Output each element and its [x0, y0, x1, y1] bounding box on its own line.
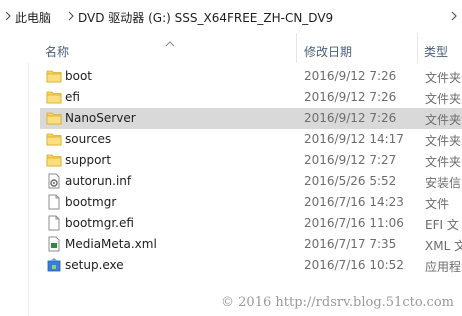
file-type: 文件 — [425, 197, 450, 211]
file-row[interactable]: efi 2016/9/12 7:26 文件夹 — [40, 87, 462, 108]
file-type: EFI 文 — [425, 218, 459, 232]
file-name: setup.exe — [65, 258, 124, 272]
folder-icon — [46, 152, 62, 168]
folder-icon — [46, 131, 62, 147]
file-modified-date: 2016/7/16 11:06 — [304, 216, 404, 230]
sort-ascending-icon — [165, 33, 175, 52]
chevron-right-icon[interactable] — [449, 11, 459, 21]
file-name: efi — [65, 90, 80, 104]
file-modified-date: 2016/5/26 5:52 — [304, 174, 397, 188]
column-divider[interactable] — [417, 33, 418, 63]
file-modified-date: 2016/7/17 7:35 — [304, 237, 397, 251]
column-header-row: 名称 修改日期 类型 — [28, 33, 462, 63]
navigation-pane[interactable] — [0, 33, 29, 316]
column-date-header[interactable]: 修改日期 — [304, 43, 352, 60]
xml-file-icon — [46, 236, 62, 252]
file-type: 应用程 — [425, 260, 462, 274]
file-name: bootmgr.efi — [65, 216, 134, 230]
chevron-right-icon[interactable] — [3, 11, 13, 21]
file-modified-date: 2016/9/12 7:26 — [304, 69, 397, 83]
file-type: 文件夹 — [425, 134, 462, 148]
file-row[interactable]: bootmgr 2016/7/16 14:23 文件 — [40, 192, 462, 213]
folder-icon — [46, 89, 62, 105]
settings-file-icon — [46, 173, 62, 189]
watermark-text: © 2016 http://rdsrv.blog.51cto.com — [221, 295, 454, 310]
file-type: XML 文 — [425, 239, 462, 253]
explorer-window: 此电脑 DVD 驱动器 (G:) SSS_X64FREE_ZH-CN_DV9 名… — [0, 0, 462, 316]
file-name: bootmgr — [65, 195, 117, 209]
file-row[interactable]: setup.exe 2016/7/16 10:52 应用程 — [40, 255, 462, 276]
blank-file-icon — [46, 215, 62, 231]
blank-file-icon — [46, 194, 62, 210]
breadcrumb-this-pc[interactable]: 此电脑 — [15, 9, 51, 26]
file-name: support — [65, 153, 112, 167]
breadcrumb-dvd-drive[interactable]: DVD 驱动器 (G:) SSS_X64FREE_ZH-CN_DV9 — [78, 9, 333, 26]
file-name: MediaMeta.xml — [65, 237, 157, 251]
file-name: sources — [65, 132, 112, 146]
file-row[interactable]: NanoServer 2016/9/12 7:26 文件夹 — [40, 108, 462, 129]
file-type: 安装信 — [425, 176, 462, 190]
column-type-header[interactable]: 类型 — [424, 43, 448, 60]
file-modified-date: 2016/7/16 14:23 — [304, 195, 404, 209]
file-name: autorun.inf — [65, 174, 132, 188]
address-bar[interactable]: 此电脑 DVD 驱动器 (G:) SSS_X64FREE_ZH-CN_DV9 — [0, 0, 462, 34]
file-row[interactable]: boot 2016/9/12 7:26 文件夹 — [40, 66, 462, 87]
folder-icon — [46, 110, 62, 126]
setup-app-icon — [46, 257, 62, 273]
file-row[interactable]: sources 2016/9/12 14:17 文件夹 — [40, 129, 462, 150]
file-modified-date: 2016/9/12 14:17 — [304, 132, 404, 146]
column-divider[interactable] — [296, 33, 297, 63]
file-modified-date: 2016/7/16 10:52 — [304, 258, 404, 272]
file-type: 文件夹 — [425, 113, 462, 127]
column-name-header[interactable]: 名称 — [45, 43, 69, 60]
file-row[interactable]: MediaMeta.xml 2016/7/17 7:35 XML 文 — [40, 234, 462, 255]
file-name: boot — [65, 69, 93, 83]
file-modified-date: 2016/9/12 7:27 — [304, 153, 397, 167]
file-row[interactable]: autorun.inf 2016/5/26 5:52 安装信 — [40, 171, 462, 192]
file-type: 文件夹 — [425, 71, 462, 85]
chevron-right-icon[interactable] — [66, 11, 76, 21]
file-type: 文件夹 — [425, 155, 462, 169]
file-modified-date: 2016/9/12 7:26 — [304, 111, 397, 125]
file-name: NanoServer — [65, 111, 136, 125]
file-row[interactable]: bootmgr.efi 2016/7/16 11:06 EFI 文 — [40, 213, 462, 234]
file-type: 文件夹 — [425, 92, 462, 106]
folder-icon — [46, 68, 62, 84]
file-modified-date: 2016/9/12 7:26 — [304, 90, 397, 104]
file-row[interactable]: support 2016/9/12 7:27 文件夹 — [40, 150, 462, 171]
